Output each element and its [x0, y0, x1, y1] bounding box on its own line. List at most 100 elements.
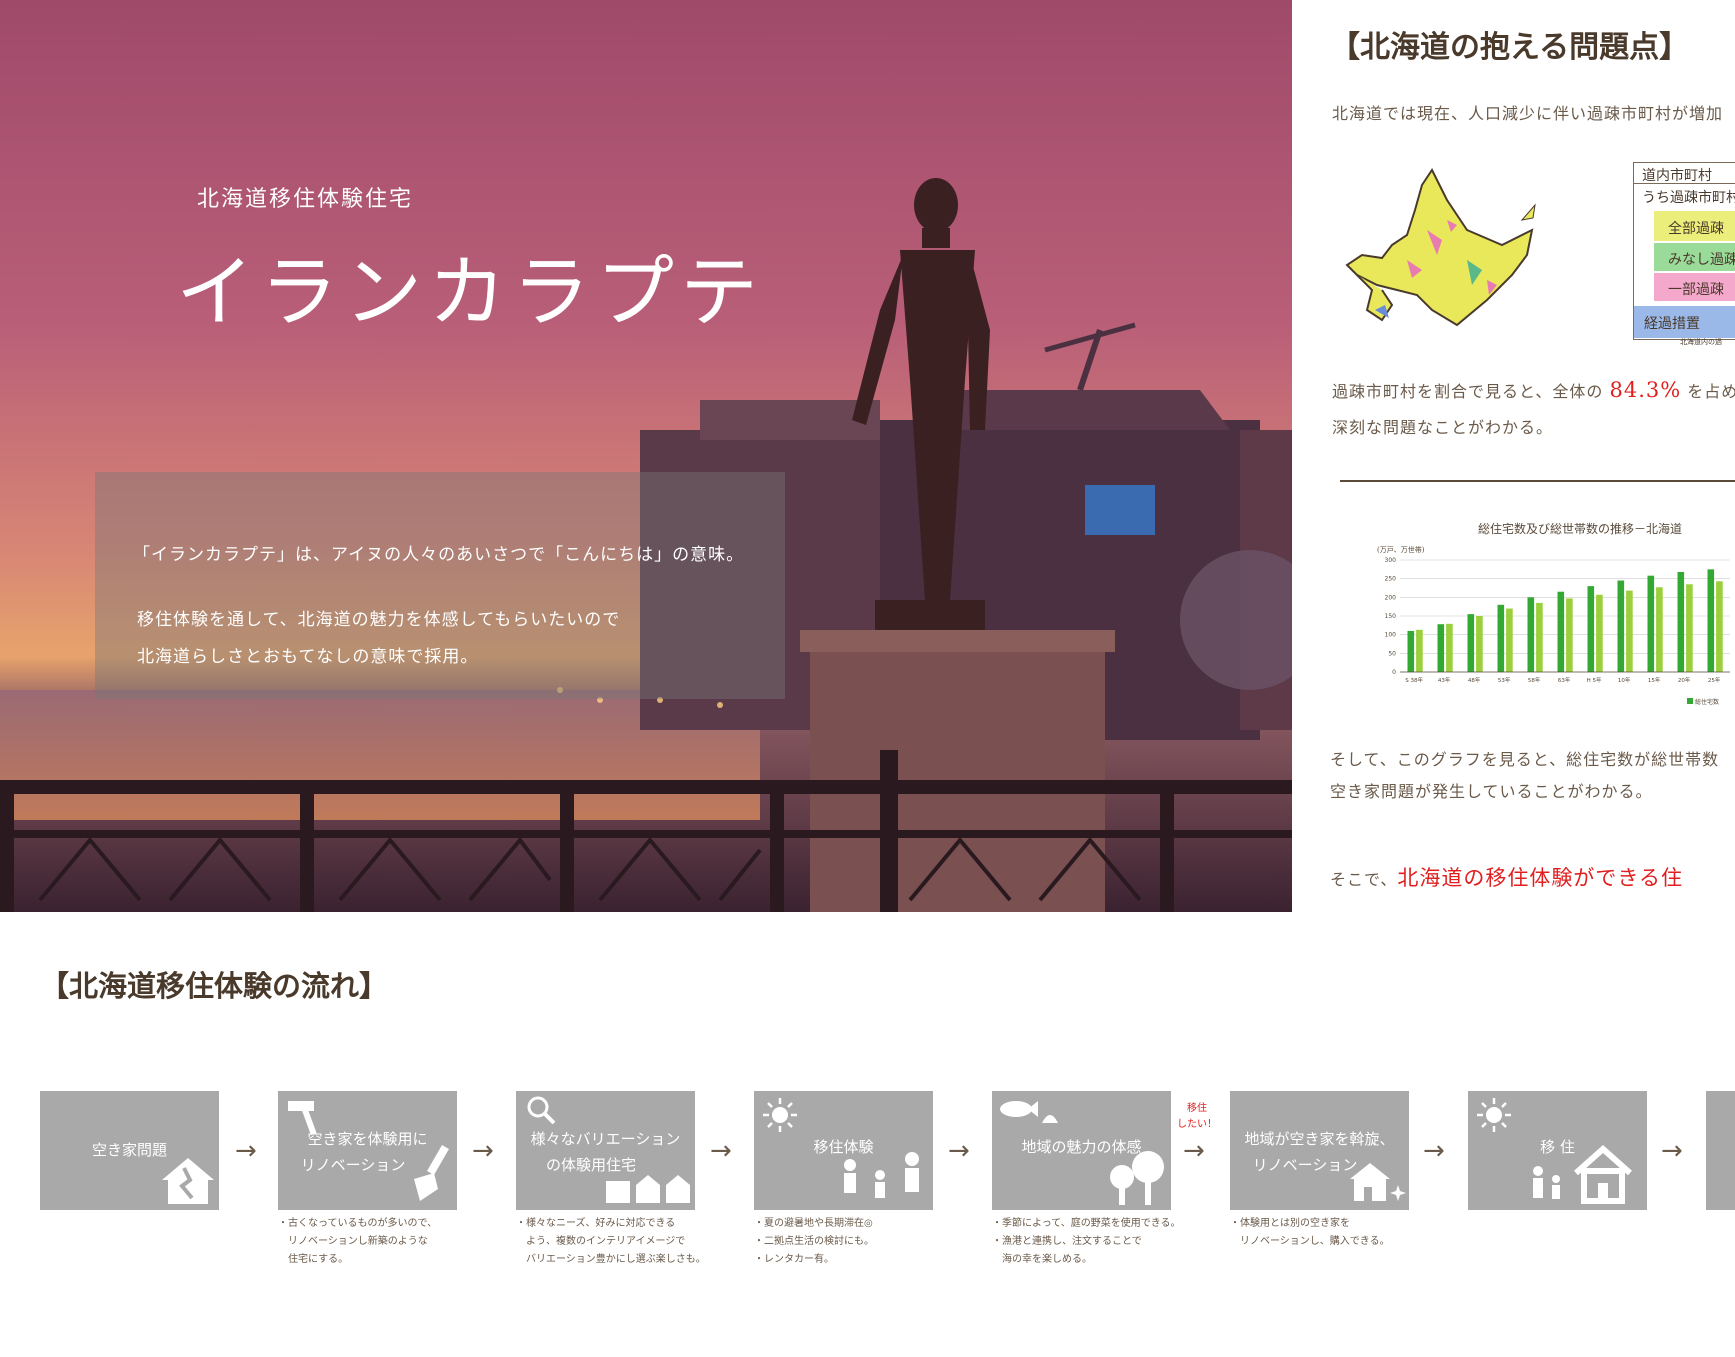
flow-step-4: 移住体験 — [754, 1091, 933, 1210]
chart-title: 総住宅数及び総世帯数の推移－北海道 — [1478, 522, 1683, 536]
chart-bar — [1467, 614, 1475, 672]
chart-bar — [1647, 575, 1655, 672]
flow-step-2: 空き家を体験用に リノベーション — [278, 1091, 457, 1210]
chart-bar — [1566, 598, 1573, 672]
chart-bar — [1677, 571, 1685, 672]
chart-bar — [1587, 586, 1595, 672]
hero-desc-line-2: 移住体験を通して、北海道の魅力を体感してもらいたいので — [137, 610, 621, 630]
move-note-line2: したい！ — [1177, 1119, 1217, 1130]
chart-xtick-label: H 5年 — [1587, 676, 1602, 684]
chart-xtick-label: 20年 — [1678, 676, 1691, 684]
flow-step-4-desc-3: ・レンタカー有。 — [754, 1254, 834, 1265]
flow-step-6-desc-2: リノベーションし、購入できる。 — [1230, 1236, 1390, 1247]
chart-bar — [1626, 590, 1633, 672]
problems-title: 【北海道の抱える問題点】 — [1330, 30, 1690, 65]
flow-step-6-desc: ・体験用とは別の空き家を リノベーションし、購入できる。 — [1230, 1215, 1390, 1251]
flow-step-3: 様々なバリエーション の体験用住宅 — [516, 1091, 695, 1210]
chart-xtick-label: 43年 — [1438, 676, 1451, 684]
chart-ytick-label: 150 — [1385, 613, 1397, 620]
hero-desc-line-1: 「イランカラプテ」は、アイヌの人々のあいさつで「こんにちは」の意味。 — [133, 545, 745, 565]
flow-step-5-desc-1: ・季節によって、庭の野菜を使用できる。 — [992, 1218, 1181, 1229]
flow-arrow-3: → — [710, 1136, 732, 1166]
flow-step-3-desc-3: バリエーション豊かにし選ぶ楽しさも。 — [516, 1254, 706, 1265]
chart-bar — [1536, 602, 1543, 672]
hokkaido-map — [1345, 168, 1536, 327]
hero-description-box: 「イランカラプテ」は、アイヌの人々のあいさつで「こんにちは」の意味。 移住体験を… — [95, 472, 785, 699]
flow-step-6-desc-1: ・体験用とは別の空き家を — [1230, 1218, 1350, 1229]
legend-item-3: 一部過疎 — [1668, 282, 1724, 298]
flow-step-2-line2: リノベーション — [300, 1156, 406, 1174]
legend-header-2: うち過疎市町村 — [1642, 190, 1735, 206]
hero-desc-line-3: 北海道らしさとおもてなしの意味で採用。 — [137, 647, 479, 667]
hero-photo — [0, 0, 1292, 912]
chart-xtick-label: 63年 — [1558, 676, 1571, 684]
graph-line-2: 空き家問題が発生していることがわかる。 — [1330, 782, 1653, 801]
people-icon — [1533, 1166, 1560, 1199]
houses-icon — [606, 1175, 690, 1203]
flow-step-5-desc-3: 海の幸を楽しめる。 — [992, 1254, 1092, 1265]
flow-arrow-2: → — [472, 1136, 494, 1166]
chart-bar — [1476, 616, 1483, 672]
sun-icon — [1477, 1098, 1511, 1132]
flow-step-3-desc: ・様々なニーズ、好みに対応できる よう、複数のインテリアイメージで バリエーショ… — [516, 1215, 706, 1269]
magnifier-house-icon — [527, 1096, 556, 1125]
flow-step-3-desc-1: ・様々なニーズ、好みに対応できる — [516, 1218, 676, 1229]
chart-bar — [1557, 591, 1565, 672]
legend-footnote: 北海道内の過 — [1680, 338, 1722, 346]
chart-xtick-label: 58年 — [1528, 676, 1541, 684]
flow-arrow-7: → — [1661, 1136, 1683, 1166]
chart-legend-label: 総住宅数 — [1695, 698, 1719, 706]
chart-xtick-label: 53年 — [1498, 676, 1511, 684]
flow-step-3-line1: 様々なバリエーション — [530, 1130, 681, 1148]
chart-bar — [1506, 608, 1513, 672]
chart-legend-swatch — [1687, 698, 1693, 704]
flow-arrow-6: → — [1423, 1136, 1445, 1166]
flow-step-6: 地域が空き家を斡旋、 リノベーション — [1230, 1091, 1409, 1210]
legend-header-1: 道内市町村 — [1642, 168, 1712, 184]
problems-intro: 北海道では現在、人口減少に伴い過疎市町村が増加 — [1332, 104, 1724, 123]
problems-section: 【北海道の抱える問題点】 北海道では現在、人口減少に伴い過疎市町村が増加 道内市… — [1292, 0, 1735, 912]
chart-xtick-label: 10年 — [1618, 676, 1631, 684]
housing-chart: 0 50 100 150 200 250 300 S 38年 43年 48年 53年 58年 63年 H … — [1385, 557, 1730, 706]
chart-ytick-label: 100 — [1385, 632, 1397, 639]
chart-ytick-label: 250 — [1385, 576, 1397, 583]
chart-bar — [1656, 587, 1663, 672]
legend-item-4: 経過措置 — [1644, 316, 1700, 332]
hero-title: イランカラプテ — [176, 248, 765, 338]
family-icon — [844, 1152, 919, 1198]
chart-bar — [1596, 594, 1603, 672]
legend-item-2: みなし過疎 — [1668, 252, 1735, 268]
ratio-prefix: 過疎市町村を割合で見ると、全体の — [1332, 382, 1604, 401]
ratio-line-2: 深刻な問題なことがわかる。 — [1332, 418, 1554, 437]
chart-bar — [1407, 630, 1415, 672]
paint-brush-icon — [414, 1145, 449, 1201]
chart-bar — [1497, 604, 1505, 672]
flow-step-2-desc-3: 住宅にする。 — [278, 1254, 349, 1265]
chart-bar — [1617, 580, 1625, 672]
flow-step-2-desc-1: ・古くなっているものが多いので、 — [278, 1218, 438, 1229]
flow-step-5-desc-2: ・漁港と連携し、注文することで — [992, 1236, 1142, 1247]
chart-bar — [1446, 623, 1453, 672]
chart-ytick-label: 200 — [1385, 594, 1397, 601]
move-note: 移住 したい！ — [1177, 1101, 1217, 1133]
conclusion-prefix: そこで、 — [1330, 870, 1398, 889]
chart-bar — [1716, 581, 1723, 672]
trees-icon — [1110, 1151, 1164, 1205]
flow-arrow-5: → — [1183, 1136, 1205, 1166]
chart-ytick-label: 300 — [1385, 557, 1397, 564]
flow-step-3-desc-2: よう、複数のインテリアイメージで — [516, 1236, 686, 1247]
flow-step-2-desc-2: リノベーションし新築のような — [278, 1236, 428, 1247]
chart-xtick-label: 25年 — [1708, 676, 1721, 684]
ratio-value: 84.3% — [1609, 378, 1682, 402]
chart-bar — [1416, 629, 1423, 672]
flow-step-4-desc-2: ・二拠点生活の検討にも。 — [754, 1236, 874, 1247]
chart-ytick-label: 0 — [1392, 669, 1396, 676]
section-divider — [1340, 480, 1735, 482]
chart-bar — [1686, 584, 1693, 672]
flow-step-4-desc: ・夏の避暑地や長期滞在◎ ・二拠点生活の検討にも。 ・レンタカー有。 — [754, 1215, 874, 1269]
fish-shell-icon — [1000, 1101, 1058, 1123]
legend-item-1: 全部過疎 — [1668, 221, 1724, 237]
flow-step-1: 空き家問題 — [40, 1091, 219, 1210]
flow-arrow-4: → — [948, 1136, 970, 1166]
chart-ytick-label: 50 — [1388, 650, 1396, 657]
